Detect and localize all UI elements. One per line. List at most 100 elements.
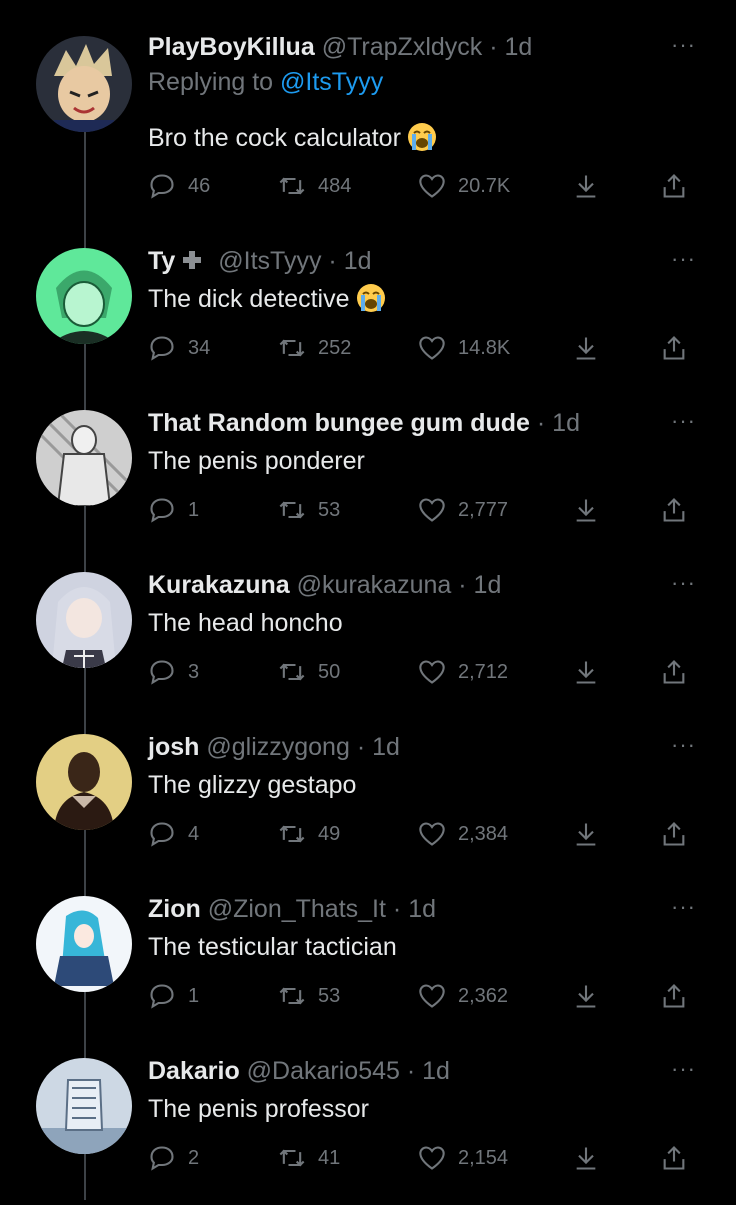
more-options-icon[interactable]: ···: [671, 732, 696, 758]
retweet-icon: [279, 987, 305, 1005]
bookmark-button[interactable]: [572, 331, 612, 365]
like-count: 14.8K: [458, 336, 511, 359]
tweet-text: The testicular tactician: [148, 931, 397, 963]
username[interactable]: @Zion_Thats_It: [208, 895, 386, 923]
username[interactable]: @Dakario545: [247, 1057, 400, 1085]
display-name[interactable]: josh: [148, 733, 199, 761]
download-icon: [576, 823, 596, 846]
reply-count: 46: [188, 174, 211, 197]
bookmark-button[interactable]: [572, 1141, 612, 1175]
tweet-text: Bro the cock calculator: [148, 122, 437, 154]
like-button[interactable]: 2,154: [418, 1141, 508, 1175]
retweet-button[interactable]: 41: [278, 1141, 340, 1175]
tweet-text-content: The penis professor: [148, 1095, 369, 1123]
reply-tweet[interactable]: That Random bungee gum dude · 1d ··· The…: [0, 395, 736, 557]
retweet-button[interactable]: 53: [278, 493, 340, 527]
reply-icon: [150, 1146, 174, 1171]
avatar[interactable]: [36, 36, 132, 132]
timestamp[interactable]: 1d: [372, 733, 400, 761]
like-button[interactable]: 2,777: [418, 493, 508, 527]
more-options-icon[interactable]: ···: [671, 32, 696, 58]
timestamp[interactable]: 1d: [552, 409, 580, 437]
tweet-text-content: The dick detective: [148, 285, 350, 313]
heart-icon: [419, 660, 445, 684]
display-name[interactable]: PlayBoyKillua: [148, 33, 315, 61]
tweet-text: The penis ponderer: [148, 445, 365, 477]
reply-button[interactable]: 46: [148, 169, 210, 203]
like-button[interactable]: 14.8K: [418, 331, 510, 365]
username[interactable]: @ItsTyyy: [218, 247, 321, 275]
more-options-icon[interactable]: ···: [671, 894, 696, 920]
display-name[interactable]: Zion: [148, 895, 201, 923]
avatar[interactable]: [36, 572, 132, 668]
share-button[interactable]: [660, 979, 700, 1013]
reply-tweet[interactable]: Kurakazuna @kurakazuna · 1d ··· The head…: [0, 557, 736, 719]
reply-button[interactable]: 1: [148, 493, 199, 527]
bookmark-button[interactable]: [572, 817, 612, 851]
like-count: 2,362: [458, 984, 509, 1007]
share-button[interactable]: [660, 493, 700, 527]
more-options-icon[interactable]: ···: [671, 1056, 696, 1082]
share-icon: [663, 174, 685, 198]
tweet-text: The penis professor: [148, 1093, 369, 1125]
retweet-button[interactable]: 252: [278, 331, 351, 365]
reply-tweet[interactable]: Zion @Zion_Thats_It · 1d ··· The testicu…: [0, 881, 736, 1043]
mention-link[interactable]: @ItsTyyy: [280, 68, 383, 96]
reply-button[interactable]: 34: [148, 331, 210, 365]
retweet-button[interactable]: 50: [278, 655, 340, 689]
reply-icon: [150, 660, 174, 685]
more-options-icon[interactable]: ···: [671, 570, 696, 596]
display-name[interactable]: That Random bungee gum dude: [148, 409, 530, 437]
tweet-text-content: The testicular tactician: [148, 933, 397, 961]
more-options-icon[interactable]: ···: [671, 246, 696, 272]
avatar[interactable]: [36, 248, 132, 344]
username[interactable]: @TrapZxldyck: [322, 33, 483, 61]
like-button[interactable]: 20.7K: [418, 169, 510, 203]
avatar[interactable]: [36, 896, 132, 992]
bookmark-button[interactable]: [572, 493, 612, 527]
more-options-icon[interactable]: ···: [671, 408, 696, 434]
heart-icon: [419, 1146, 445, 1170]
reply-count: 4: [188, 822, 200, 845]
like-button[interactable]: 2,384: [418, 817, 508, 851]
display-name[interactable]: Dakario: [148, 1057, 240, 1085]
timestamp[interactable]: 1d: [474, 571, 502, 599]
avatar[interactable]: [36, 1058, 132, 1154]
reply-button[interactable]: 4: [148, 817, 199, 851]
retweet-button[interactable]: 484: [278, 169, 351, 203]
reply-button[interactable]: 1: [148, 979, 199, 1013]
timestamp[interactable]: 1d: [408, 895, 436, 923]
share-button[interactable]: [660, 169, 700, 203]
reply-tweet[interactable]: josh @glizzygong · 1d ··· The glizzy ges…: [0, 719, 736, 881]
share-button[interactable]: [660, 1141, 700, 1175]
bookmark-button[interactable]: [572, 169, 612, 203]
share-button[interactable]: [660, 655, 700, 689]
timestamp[interactable]: 1d: [344, 247, 372, 275]
avatar[interactable]: [36, 410, 132, 506]
timestamp[interactable]: 1d: [505, 33, 533, 61]
separator-dot: ·: [536, 409, 546, 437]
retweet-icon: [279, 825, 305, 843]
retweet-button[interactable]: 53: [278, 979, 340, 1013]
replying-to-label: Replying to: [148, 68, 281, 96]
username[interactable]: @glizzygong: [206, 733, 350, 761]
like-button[interactable]: 2,362: [418, 979, 508, 1013]
reply-button[interactable]: 2: [148, 1141, 199, 1175]
display-name[interactable]: Ty: [148, 247, 175, 275]
share-button[interactable]: [660, 817, 700, 851]
display-name[interactable]: Kurakazuna: [148, 571, 290, 599]
reply-tweet[interactable]: Dakario @Dakario545 · 1d ··· The penis p…: [0, 1043, 736, 1205]
reply-tweet[interactable]: Ty @ItsTyyy · 1d ··· The dick detective …: [0, 233, 736, 395]
username[interactable]: @kurakazuna: [297, 571, 452, 599]
bookmark-button[interactable]: [572, 655, 612, 689]
bookmark-button[interactable]: [572, 979, 612, 1013]
timestamp[interactable]: 1d: [422, 1057, 450, 1085]
like-button[interactable]: 2,712: [418, 655, 508, 689]
plus-badge-icon: [183, 251, 202, 269]
share-button[interactable]: [660, 331, 700, 365]
like-count: 2,154: [458, 1146, 509, 1169]
avatar[interactable]: [36, 734, 132, 830]
retweet-button[interactable]: 49: [278, 817, 340, 851]
reply-button[interactable]: 3: [148, 655, 199, 689]
reply-tweet[interactable]: PlayBoyKillua @TrapZxldyck · 1d ··· Repl…: [0, 30, 736, 199]
